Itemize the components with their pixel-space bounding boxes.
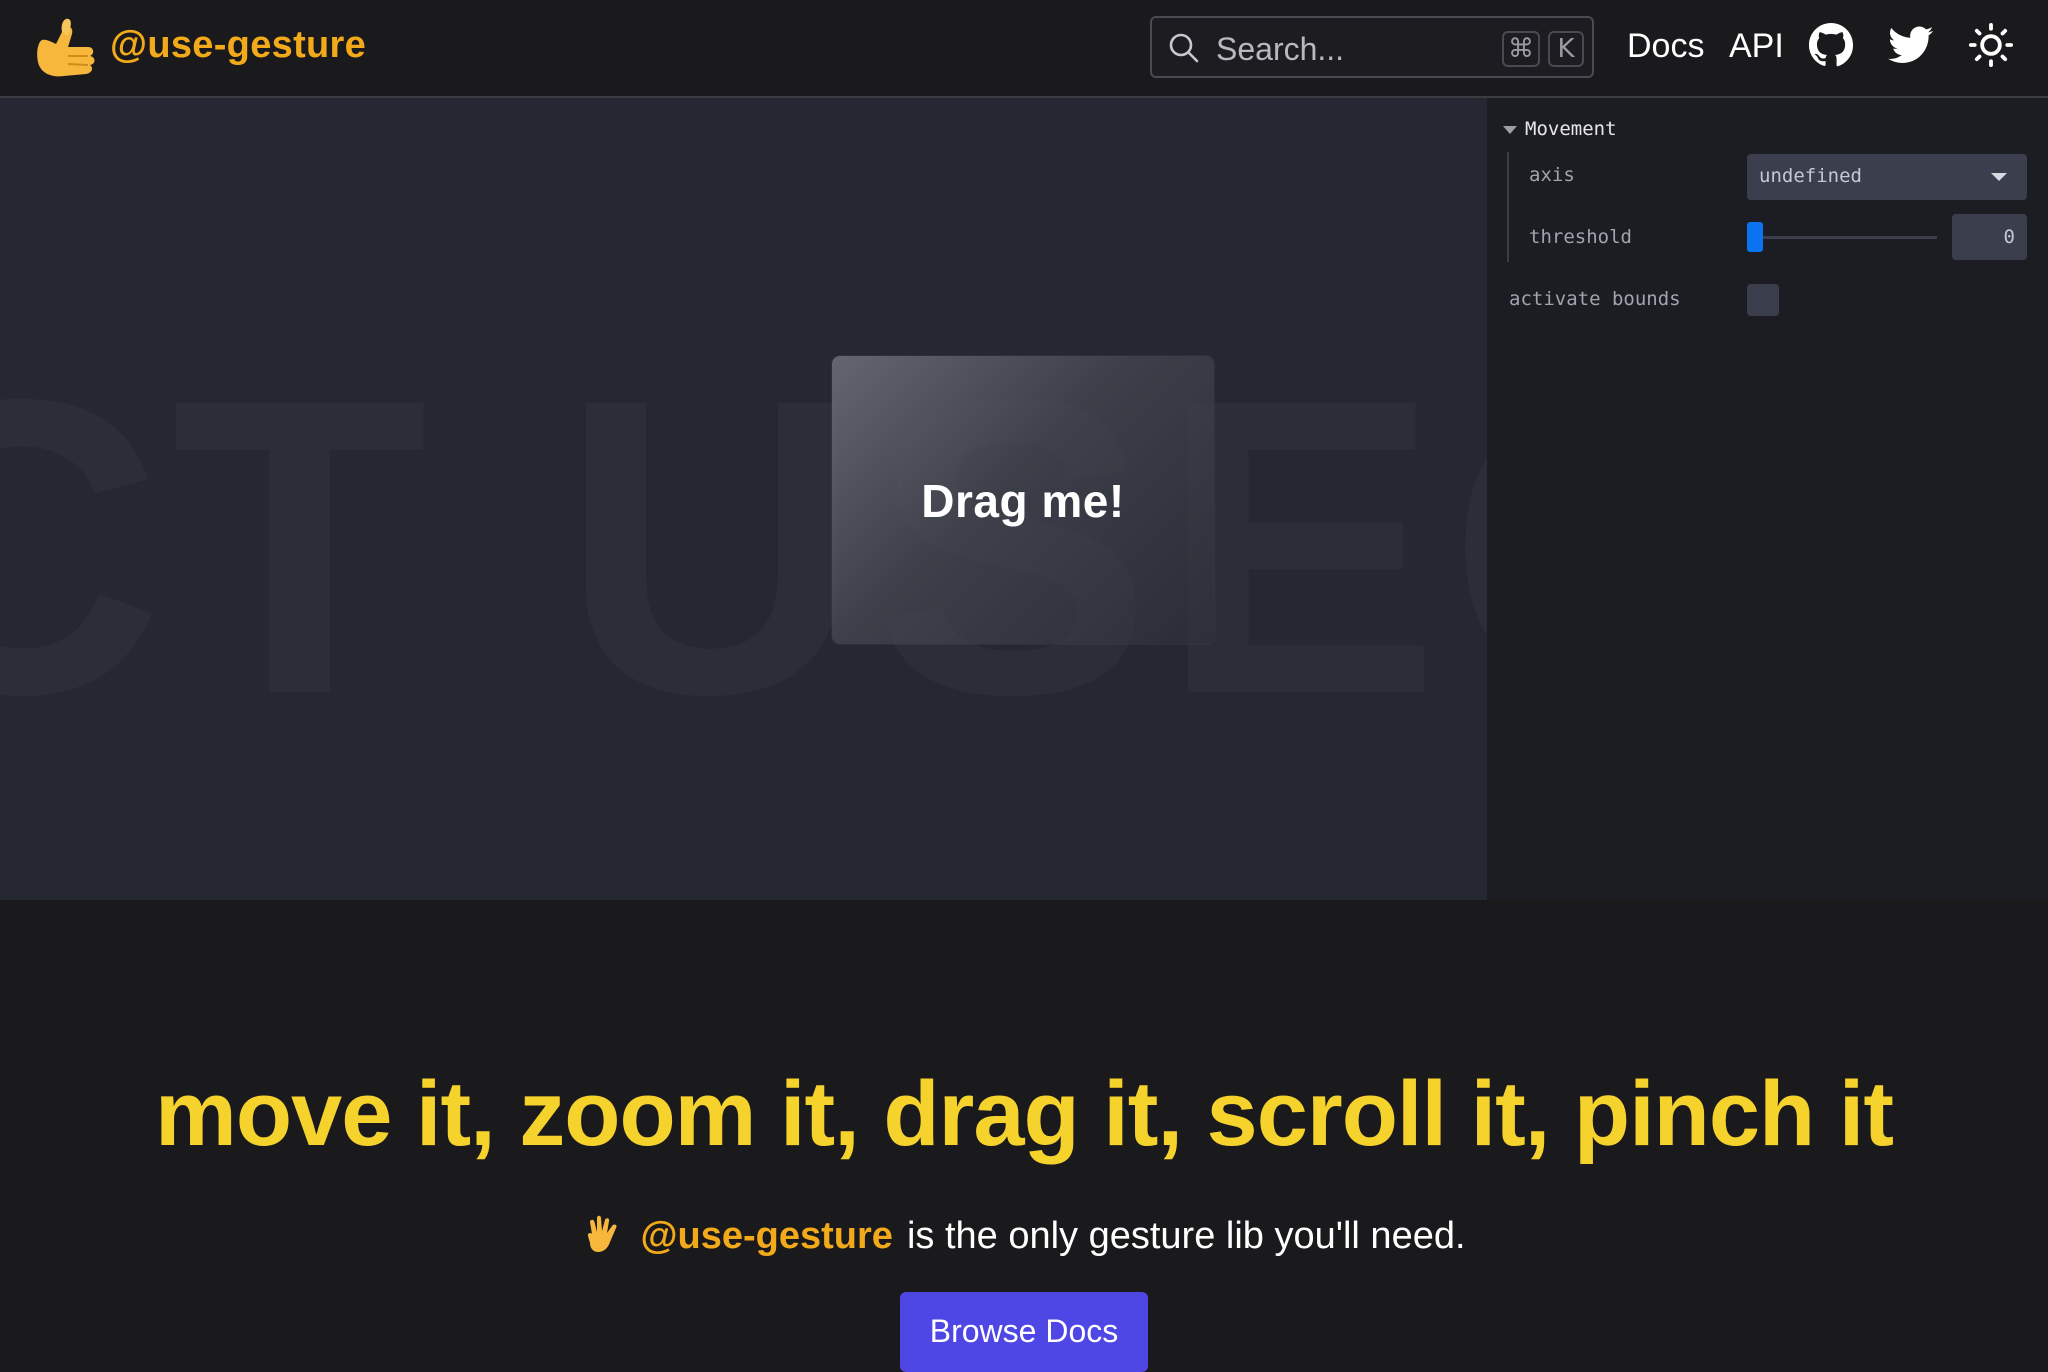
vulcan-salute-icon (588, 1215, 618, 1252)
nav-docs-link[interactable]: Docs (1627, 27, 1704, 66)
hero-tagline: @use-gesture is the only gesture lib you'… (0, 1212, 2048, 1258)
activate-bounds-checkbox[interactable] (1747, 284, 1779, 316)
controls-panel: Movement axis undefined threshold 0 acti… (1487, 98, 2048, 900)
activate-bounds-label: activate bounds (1509, 288, 1681, 310)
site-header: @use-gesture Search... ⌘ K Docs API (0, 0, 2048, 98)
shortcut-cmd-key: ⌘ (1502, 31, 1540, 67)
tagline-brand[interactable]: @use-gesture (640, 1215, 892, 1257)
chevron-down-icon (1991, 173, 2007, 181)
nav-api-link[interactable]: API (1729, 27, 1784, 66)
threshold-slider-track[interactable] (1753, 236, 1937, 239)
drag-card-label: Drag me! (921, 475, 1125, 527)
drag-demo-area: CT USEG Drag me! (0, 98, 1487, 900)
tagline-text: is the only gesture lib you'll need. (906, 1215, 1466, 1257)
folder-indent-line (1507, 152, 1509, 262)
theme-toggle-sun-icon[interactable] (1968, 22, 2014, 68)
search-placeholder: Search... (1216, 31, 1345, 67)
brand-title[interactable]: @use-gesture (110, 24, 366, 67)
call-me-hand-icon[interactable] (28, 12, 102, 84)
folder-collapse-caret-icon[interactable] (1503, 126, 1517, 134)
search-icon (1169, 33, 1199, 63)
github-icon[interactable] (1808, 22, 1854, 68)
axis-select-value: undefined (1759, 165, 1862, 187)
axis-label: axis (1529, 164, 1575, 186)
draggable-card[interactable]: Drag me! (832, 356, 1214, 644)
threshold-number-input[interactable]: 0 (1952, 214, 2027, 260)
background-watermark-text: CT USEG (0, 313, 1487, 782)
browse-docs-button[interactable]: Browse Docs (900, 1292, 1148, 1372)
threshold-label: threshold (1529, 226, 1632, 248)
hero-headline: move it, zoom it, drag it, scroll it, pi… (155, 1063, 1894, 1165)
shortcut-k-key: K (1548, 31, 1584, 67)
twitter-icon[interactable] (1888, 22, 1934, 68)
threshold-slider-thumb[interactable] (1747, 222, 1763, 252)
search-bar[interactable]: Search... ⌘ K (1150, 16, 1594, 78)
movement-folder-title[interactable]: Movement (1525, 118, 1617, 140)
axis-select[interactable]: undefined (1747, 154, 2027, 200)
